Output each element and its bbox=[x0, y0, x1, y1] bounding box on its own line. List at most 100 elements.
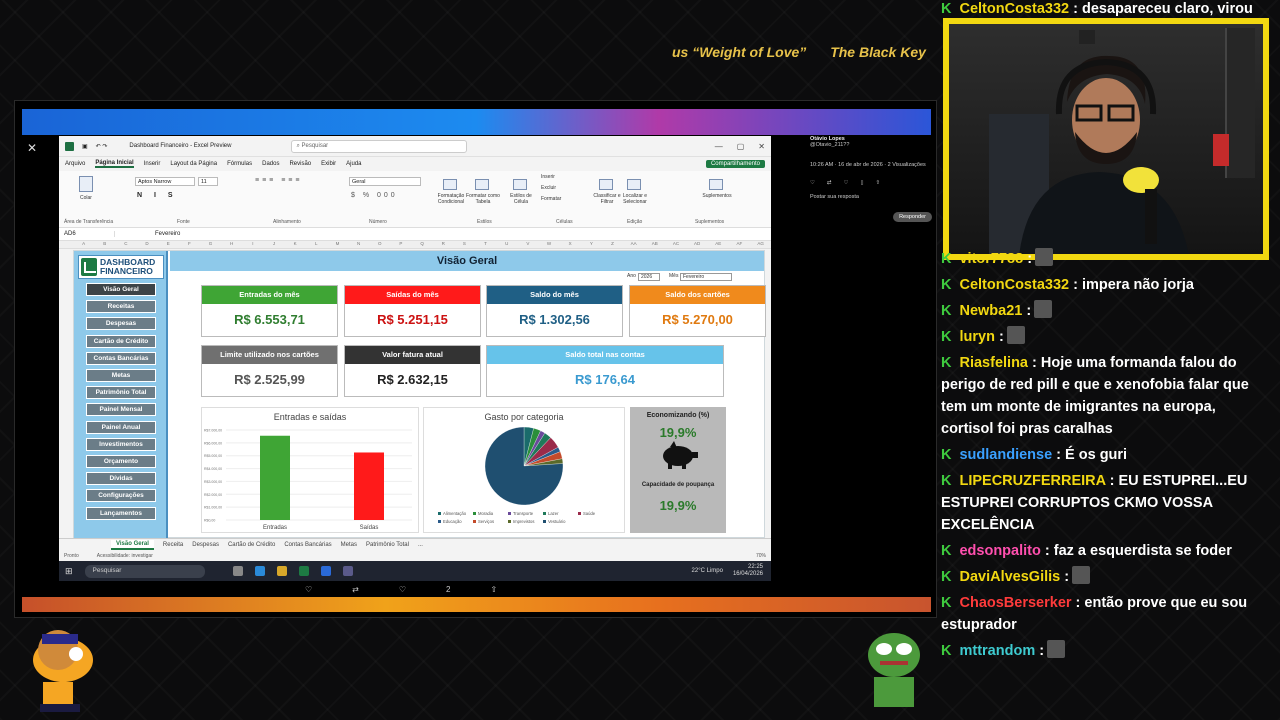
nav-button[interactable]: Dívidas bbox=[86, 472, 156, 486]
sheet-tab[interactable]: Receita bbox=[163, 542, 183, 548]
ribbon-button-icon[interactable] bbox=[513, 179, 527, 190]
ribbon-button-icon[interactable] bbox=[443, 179, 457, 190]
excel-taskbar-icon[interactable] bbox=[298, 566, 309, 576]
column-header[interactable]: M bbox=[327, 241, 348, 248]
ribbon-button-icon[interactable] bbox=[627, 179, 641, 190]
repost-icon[interactable]: ⇄ bbox=[352, 585, 359, 594]
taskbar-search[interactable]: Pesquisar bbox=[84, 564, 205, 578]
nav-button[interactable]: Painel Mensal bbox=[86, 403, 156, 417]
nav-button[interactable]: Investimentos bbox=[86, 437, 156, 451]
column-header[interactable]: R bbox=[433, 241, 454, 248]
column-header[interactable]: Y bbox=[581, 241, 602, 248]
chat-username[interactable]: CeltonCosta332 bbox=[959, 277, 1069, 293]
font-select[interactable]: Aptos Narrow bbox=[135, 177, 195, 186]
chat-username[interactable]: Riasfelina bbox=[959, 355, 1028, 371]
nav-button[interactable]: Metas bbox=[86, 369, 156, 382]
accessibility-status[interactable]: Acessibilidade: investigar bbox=[97, 553, 153, 559]
chat-username[interactable]: luryn bbox=[959, 329, 994, 345]
zoom-level[interactable]: 70% bbox=[756, 553, 766, 559]
minimize-icon[interactable]: — bbox=[715, 142, 723, 151]
cells-button[interactable]: Formatar bbox=[541, 196, 581, 202]
ribbon-button-icon[interactable] bbox=[475, 179, 489, 190]
column-header[interactable]: H bbox=[221, 241, 242, 248]
name-box[interactable]: AD6 bbox=[59, 231, 115, 237]
month-select[interactable]: Fevereiro bbox=[680, 273, 732, 281]
column-header[interactable]: X bbox=[560, 241, 581, 248]
column-header[interactable]: V bbox=[517, 241, 538, 248]
year-select[interactable]: 2026 bbox=[638, 273, 660, 281]
undo-icon[interactable]: ↶ ↷ bbox=[96, 143, 108, 150]
views-count[interactable]: 2 bbox=[446, 585, 450, 594]
paste-button[interactable]: Colar bbox=[68, 195, 104, 201]
sheet-tab[interactable]: Patrimônio Total bbox=[366, 542, 409, 548]
column-header[interactable]: K bbox=[285, 241, 306, 248]
column-header[interactable]: B bbox=[94, 241, 115, 248]
maximize-icon[interactable]: ▢ bbox=[737, 142, 745, 151]
reply-icon[interactable]: ♡ bbox=[305, 585, 312, 594]
share-button[interactable]: Compartilhamento bbox=[705, 160, 765, 168]
column-header[interactable]: AF bbox=[729, 241, 750, 248]
column-header[interactable]: J bbox=[263, 241, 284, 248]
column-header[interactable]: S bbox=[454, 241, 475, 248]
ribbon-tab[interactable]: Exibir bbox=[321, 161, 336, 167]
column-header[interactable]: AE bbox=[708, 241, 729, 248]
column-header[interactable]: F bbox=[179, 241, 200, 248]
number-format-select[interactable]: Geral bbox=[349, 177, 421, 186]
ribbon-button[interactable]: Formatação Condicional bbox=[433, 193, 469, 205]
folder-icon[interactable] bbox=[276, 566, 287, 576]
chat-username[interactable]: CeltonCosta332 bbox=[959, 1, 1069, 17]
nav-button[interactable]: Orçamento bbox=[86, 455, 156, 468]
column-header[interactable]: N bbox=[348, 241, 369, 248]
chat-username[interactable]: LIPECRUZFERREIRA bbox=[959, 473, 1105, 489]
ribbon-button[interactable]: Estilos de Célula bbox=[503, 193, 539, 205]
column-header[interactable]: AG bbox=[750, 241, 771, 248]
column-header[interactable]: AA bbox=[623, 241, 644, 248]
column-header[interactable]: C bbox=[115, 241, 136, 248]
ribbon-button-icon[interactable] bbox=[599, 179, 613, 190]
tweet-actions[interactable]: ♡⇄♡▯⇧ bbox=[810, 180, 932, 186]
column-header[interactable]: D bbox=[136, 241, 157, 248]
chat-username[interactable]: edsonpalito bbox=[959, 543, 1040, 559]
column-header[interactable]: L bbox=[306, 241, 327, 248]
weather-widget[interactable]: 22°C Limpo bbox=[692, 568, 723, 574]
font-style-buttons[interactable]: N I S bbox=[137, 192, 178, 199]
font-size-select[interactable]: 11 bbox=[198, 177, 218, 186]
nav-button[interactable]: Cartão de Crédito bbox=[86, 334, 156, 348]
cells-button[interactable]: Excluir bbox=[541, 185, 581, 191]
column-header[interactable]: T bbox=[475, 241, 496, 248]
number-format-icons[interactable]: $ % 000 bbox=[351, 192, 398, 199]
ribbon-tab[interactable]: Ajuda bbox=[346, 161, 361, 167]
nav-button[interactable]: Lançamentos bbox=[86, 506, 156, 520]
word-icon[interactable] bbox=[320, 566, 331, 576]
like-icon[interactable]: ♡ bbox=[399, 585, 406, 594]
chat-username[interactable]: mttrandom bbox=[959, 643, 1035, 659]
close-icon[interactable]: ✕ bbox=[27, 141, 37, 155]
alignment-icons[interactable]: ≡≡≡ ≡≡≡ bbox=[255, 177, 302, 184]
sheet-tab[interactable]: Cartão de Crédito bbox=[228, 542, 275, 548]
reply-button[interactable]: Responder bbox=[893, 212, 932, 222]
column-header[interactable]: A bbox=[73, 241, 94, 248]
nav-button[interactable]: Despesas bbox=[86, 317, 156, 331]
column-header[interactable]: AD bbox=[687, 241, 708, 248]
column-header[interactable]: W bbox=[538, 241, 559, 248]
chat-username[interactable]: vitor7788 bbox=[959, 251, 1023, 267]
ribbon-tab[interactable]: Dados bbox=[262, 161, 279, 167]
ribbon-tab[interactable]: Revisão bbox=[289, 161, 311, 167]
sheet-tab[interactable]: ... bbox=[418, 542, 423, 548]
column-header[interactable]: Q bbox=[412, 241, 433, 248]
column-header[interactable]: E bbox=[158, 241, 179, 248]
ribbon-tab[interactable]: Página Inicial bbox=[95, 160, 134, 168]
close-window-icon[interactable]: ✕ bbox=[758, 142, 765, 151]
sheet-tab[interactable]: Despesas bbox=[192, 542, 219, 548]
ribbon-button[interactable]: Localizar e Selecionar bbox=[617, 193, 653, 205]
save-icon[interactable]: ▣ bbox=[82, 143, 88, 150]
nav-button[interactable]: Patrimônio Total bbox=[86, 386, 156, 400]
ribbon-tab[interactable]: Inserir bbox=[144, 161, 161, 167]
nav-button[interactable]: Contas Bancárias bbox=[86, 351, 156, 365]
ribbon-tab[interactable]: Arquivo bbox=[65, 161, 85, 167]
chat-username[interactable]: Newba21 bbox=[959, 303, 1022, 319]
cells-button[interactable]: Inserir bbox=[541, 174, 581, 180]
reply-input[interactable]: Postar sua resposta bbox=[810, 194, 880, 200]
column-header[interactable]: I bbox=[242, 241, 263, 248]
chat-username[interactable]: sudlandiense bbox=[959, 447, 1052, 463]
